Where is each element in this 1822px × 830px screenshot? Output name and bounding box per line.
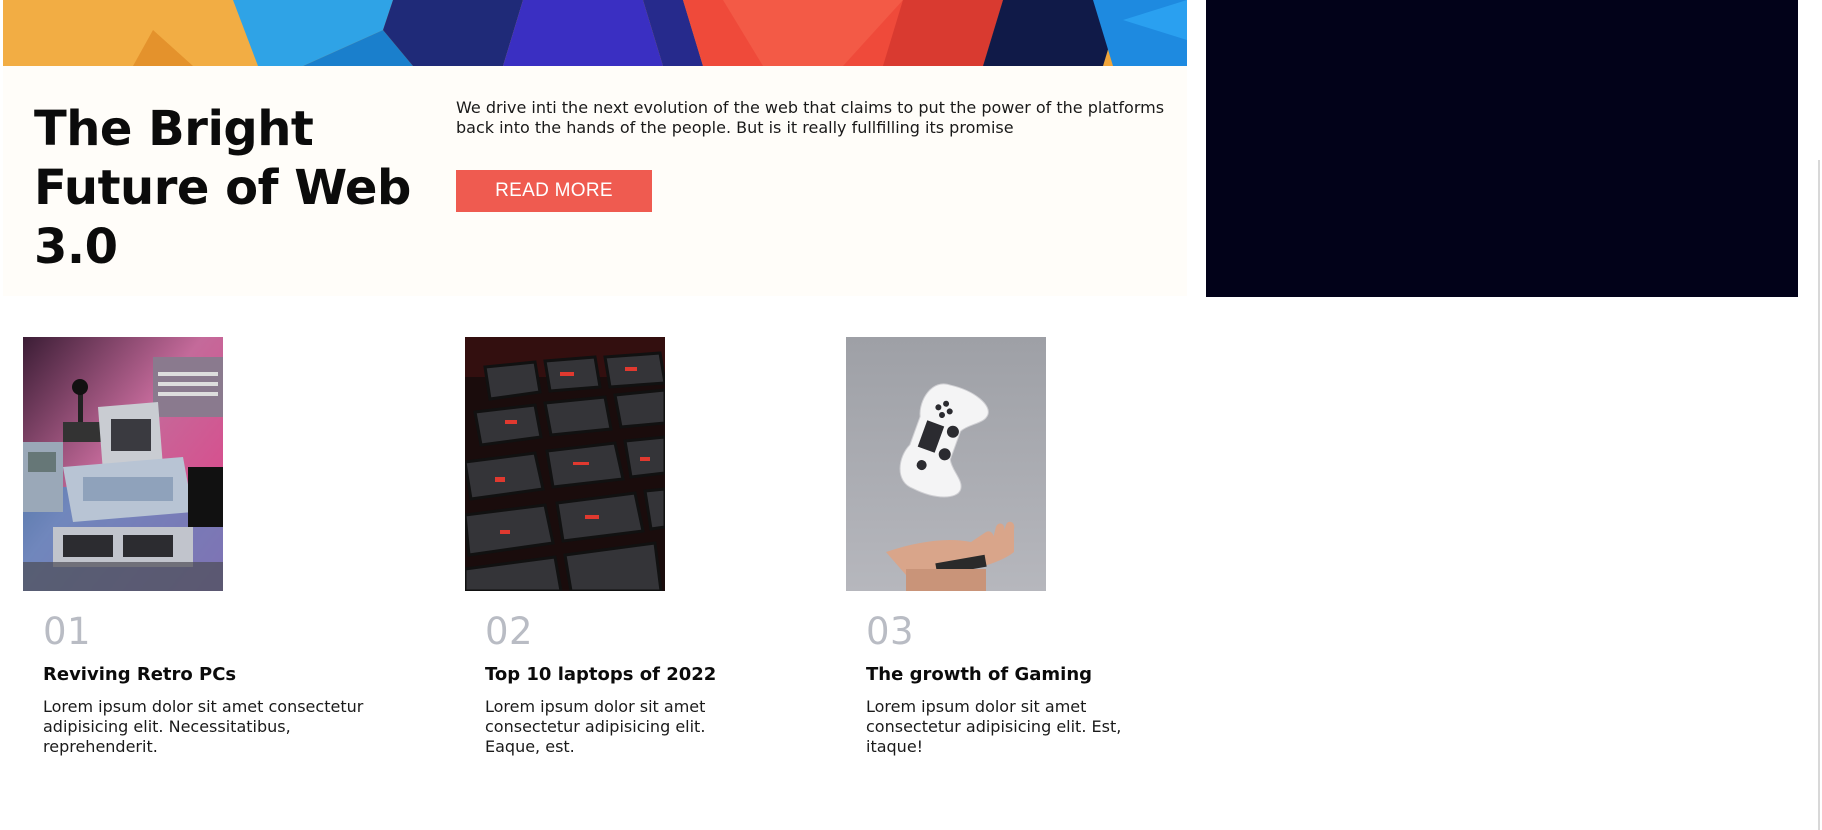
article-number: 01 [43, 610, 92, 653]
article-card[interactable]: 03 The growth of Gaming Lorem ipsum dolo… [846, 337, 1246, 757]
article-thumbnail[interactable] [846, 337, 1046, 591]
article-thumbnail[interactable] [465, 337, 665, 591]
hero-title: The Bright Future of Web 3.0 [34, 101, 411, 275]
article-card[interactable]: 01 Reviving Retro PCs Lorem ipsum dolor … [23, 337, 423, 757]
article-title[interactable]: Top 10 laptops of 2022 [485, 663, 865, 687]
dark-panel [1206, 0, 1798, 297]
article-title[interactable]: The growth of Gaming [866, 663, 1246, 687]
scrollbar[interactable] [1818, 160, 1820, 830]
keyboard-image [465, 337, 665, 591]
read-more-button[interactable]: READ MORE [456, 170, 652, 212]
retro-pc-image [23, 337, 223, 591]
article-number: 03 [866, 610, 915, 653]
article-number: 02 [485, 610, 534, 653]
hero-image [3, 0, 1187, 66]
abstract-blocks-image [3, 0, 1187, 66]
article-card[interactable]: 02 Top 10 laptops of 2022 Lorem ipsum do… [465, 337, 865, 757]
hero-panel: The Bright Future of Web 3.0 We drive in… [3, 66, 1187, 296]
game-controller-image [846, 337, 1046, 591]
page: The Bright Future of Web 3.0 We drive in… [0, 0, 1822, 830]
hero-description: We drive inti the next evolution of the … [456, 98, 1165, 137]
article-excerpt: Lorem ipsum dolor sit amet consectetur a… [866, 697, 1122, 756]
article-excerpt: Lorem ipsum dolor sit amet consectetur a… [485, 697, 706, 756]
article-title[interactable]: Reviving Retro PCs [43, 663, 423, 687]
article-thumbnail[interactable] [23, 337, 223, 591]
article-excerpt: Lorem ipsum dolor sit amet consectetur a… [43, 697, 364, 756]
